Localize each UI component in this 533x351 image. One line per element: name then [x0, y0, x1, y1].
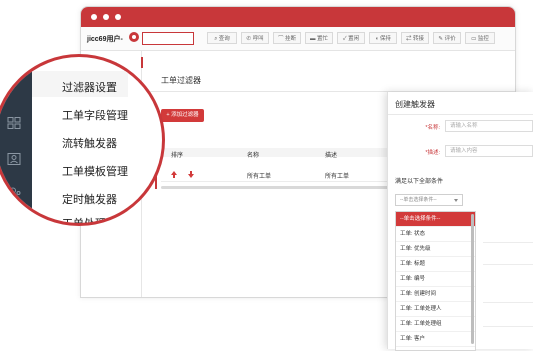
window-dot-2[interactable] [103, 14, 109, 20]
menu-item-field-management[interactable]: 工单字段管理 [62, 107, 128, 123]
hangup-button[interactable]: ⌒ 挂断 [273, 32, 301, 44]
dropdown-option[interactable]: 工单: 创建时间 [396, 287, 475, 302]
logo-icon [129, 32, 139, 42]
window-dot-3[interactable] [115, 14, 121, 20]
panel-row-divider [483, 264, 533, 265]
page-title: 工单过滤器 [161, 76, 201, 85]
user-name: jicc69用户- [87, 36, 123, 43]
query-button[interactable]: ⌕ 查询 [207, 32, 237, 44]
monitor-button[interactable]: ▭ 监控 [465, 32, 495, 44]
table-header [161, 148, 391, 157]
dropdown-option[interactable]: 工单: 编号 [396, 272, 475, 287]
zoom-callout: 过滤器设置 工单字段管理 流转触发器 工单模板管理 定时触发器 工单处理时... [0, 54, 165, 226]
busy-button[interactable]: ▬ 置忙 [305, 32, 333, 44]
menu-item-flow-trigger[interactable]: 流转触发器 [62, 135, 117, 151]
table-cell-name[interactable]: 所有工单 [247, 171, 271, 180]
panel-row-divider [483, 242, 533, 243]
condition-dropdown: --单击选择条件-- 工单: 状态 工单: 优先级 工单: 标题 工单: 编号 … [395, 211, 476, 351]
dropdown-option[interactable]: 工单: 工单处理组 [396, 317, 475, 332]
hold-button[interactable]: ◖ 保持 [369, 32, 397, 44]
create-trigger-panel: 创建触发器 *名称: 请输入名称 *描述: 请输入内容 满足以下全部条件 --单… [387, 92, 533, 351]
panel-row-divider [483, 302, 533, 303]
condition-select[interactable]: --单击选择条件-- [395, 194, 463, 206]
horizontal-scrollbar[interactable] [161, 186, 391, 189]
description-label: *描述: [425, 150, 440, 156]
dropdown-option[interactable]: 工单: 优先级 [396, 242, 475, 257]
panel-divider [388, 114, 533, 115]
menu-item-template-management[interactable]: 工单模板管理 [62, 163, 128, 179]
dropdown-option[interactable]: 工单: 标题 [396, 257, 475, 272]
panel-title: 创建触发器 [395, 100, 435, 109]
description-input[interactable]: 请输入内容 [445, 145, 533, 157]
name-label: *名称: [425, 125, 440, 131]
name-input[interactable]: 请输入名称 [445, 120, 533, 132]
transfer-icon: ⇄ [405, 36, 413, 42]
dropdown-option[interactable]: 工单: 客户 [396, 332, 475, 347]
column-header-description[interactable]: 描述 [325, 150, 337, 159]
dropdown-option[interactable]: 工单: 工单处理人 [396, 302, 475, 317]
toolbar: jicc69用户- ⌕ 查询 ✆ 呼叫 ⌒ 挂断 ▬ 置忙 ✓ 置闲 ◖ 保持 … [81, 27, 515, 51]
window-dot-1[interactable] [91, 14, 97, 20]
move-down-icon[interactable] [188, 171, 194, 178]
table-cell-description: 所有工单 [325, 174, 350, 180]
column-header-order[interactable]: 排序 [171, 150, 183, 159]
monitor-icon: ▭ [471, 36, 478, 42]
menu-item-timed-trigger[interactable]: 定时触发器 [62, 191, 117, 207]
column-header-name[interactable]: 名称 [247, 150, 259, 159]
busy-icon: ▬ [309, 36, 317, 42]
transfer-button[interactable]: ⇄ 转接 [401, 32, 429, 44]
idle-button[interactable]: ✓ 置闲 [337, 32, 365, 44]
evaluate-button[interactable]: ✎ 评价 [433, 32, 461, 44]
panel-row-divider [483, 326, 533, 327]
condition-select-value: --单击选择条件-- [400, 197, 437, 203]
move-up-icon[interactable] [171, 171, 177, 178]
search-input[interactable] [142, 32, 194, 45]
conditions-label: 满足以下全部条件 [395, 179, 444, 185]
dropdown-option[interactable]: --单击选择条件-- [396, 212, 475, 227]
contact-card-icon[interactable] [7, 153, 21, 165]
hangup-icon: ⌒ [277, 36, 285, 42]
grid-icon[interactable] [7, 117, 21, 129]
call-button[interactable]: ✆ 呼叫 [241, 32, 269, 44]
user-settings-icon[interactable] [7, 187, 21, 199]
chevron-down-icon [454, 199, 458, 202]
title-bar [81, 7, 515, 27]
table-row-divider [161, 181, 391, 182]
menu-item-filter-settings[interactable]: 过滤器设置 [62, 79, 117, 95]
sidebar-icon-strip [0, 57, 32, 223]
dropdown-option[interactable]: 工单: 状态 [396, 227, 475, 242]
dropdown-scrollbar[interactable] [471, 214, 474, 344]
add-filter-button[interactable]: + 添加过滤器 [161, 109, 204, 122]
